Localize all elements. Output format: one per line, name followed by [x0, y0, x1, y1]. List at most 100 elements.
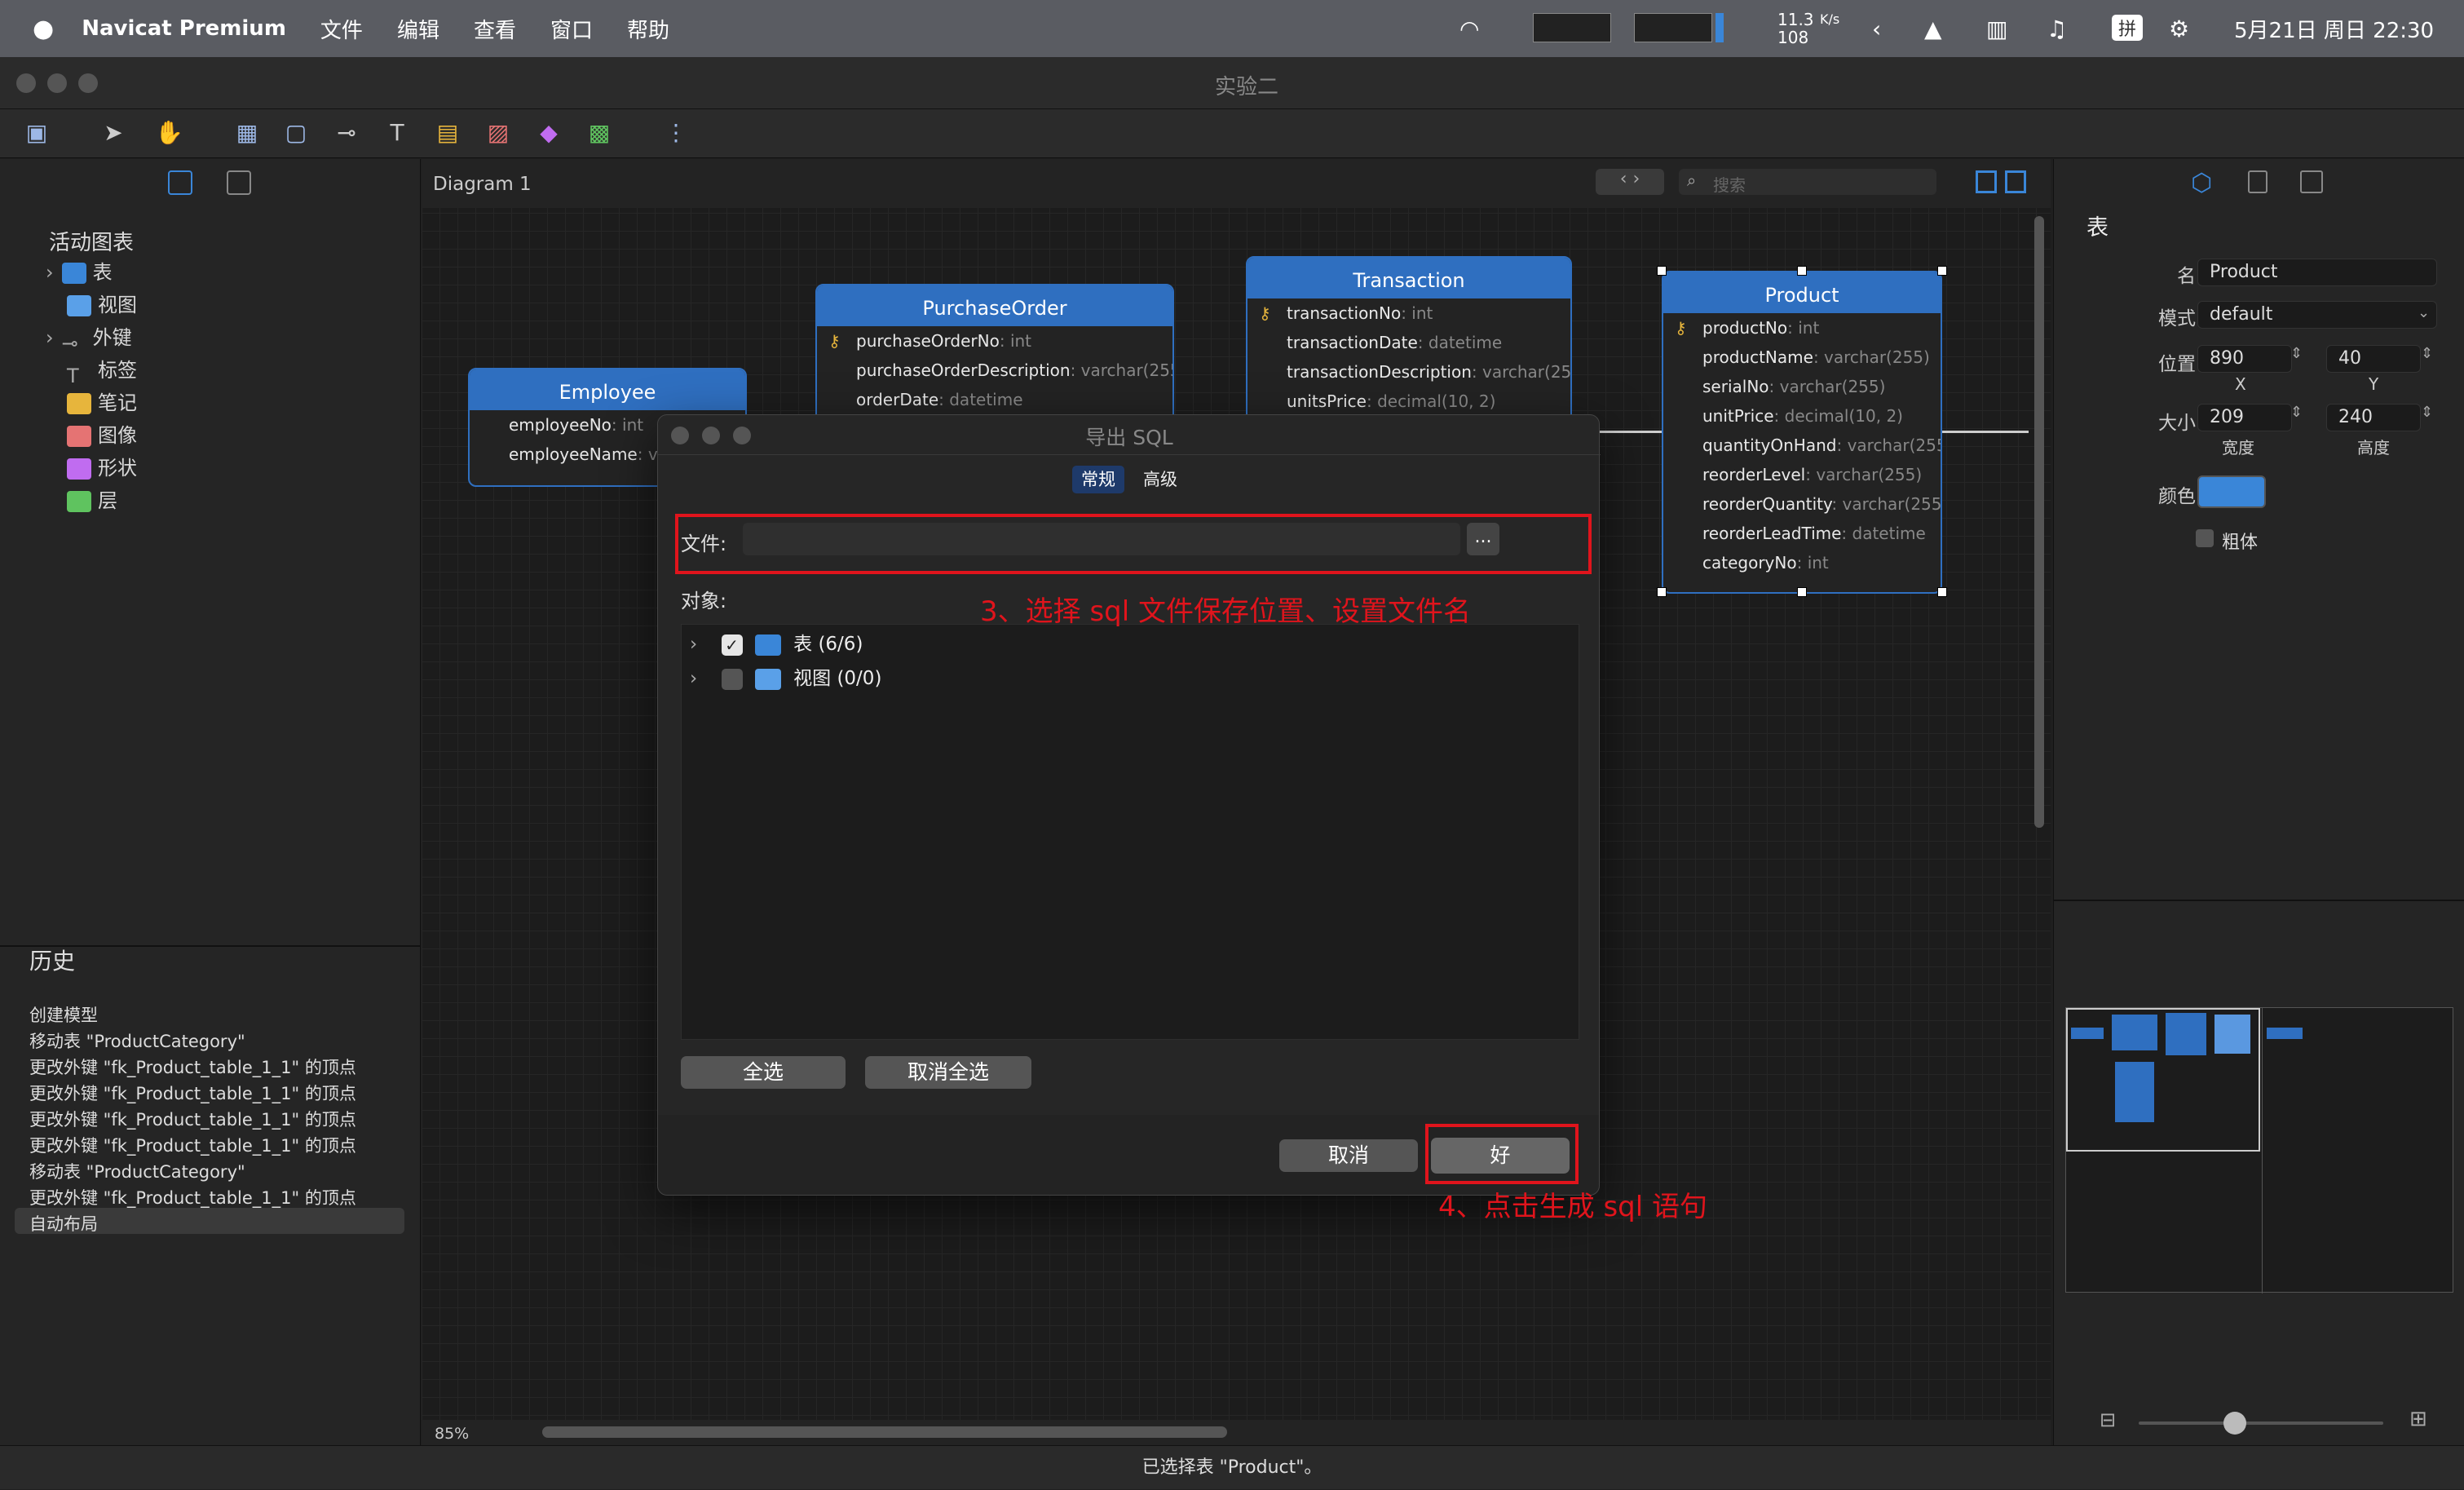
tree-item-layers[interactable]: 层: [67, 485, 117, 516]
height-input[interactable]: 240: [2326, 404, 2421, 431]
nav-buttons[interactable]: ‹ ›: [1596, 169, 1664, 195]
image-tool-icon[interactable]: ▨: [484, 119, 512, 147]
horizontal-scrollbar[interactable]: [542, 1426, 1227, 1438]
history-item[interactable]: 更改外键 "fk_Product_table_1_1" 的顶点: [29, 1185, 356, 1209]
tree-item-images[interactable]: 图像: [67, 420, 137, 451]
relationship-line[interactable]: [1600, 431, 1662, 433]
minimap[interactable]: [2065, 1007, 2453, 1293]
airpods-icon[interactable]: ♫: [2047, 15, 2067, 42]
x-stepper[interactable]: ⇕: [2290, 345, 2303, 362]
tab-general[interactable]: 常规: [1072, 466, 1124, 493]
ime-icon[interactable]: 拼: [2112, 15, 2144, 41]
layer-tool-icon[interactable]: ▩: [585, 119, 613, 147]
diagram-tab[interactable]: Diagram 1: [433, 174, 532, 195]
layout-icon[interactable]: ▥: [1986, 15, 2007, 42]
label-tool-icon[interactable]: T: [383, 119, 411, 147]
entity-transaction[interactable]: Transaction ⚷ transactionNo: int transact…: [1246, 256, 1572, 422]
chevron-left-icon[interactable]: ‹: [1872, 15, 1881, 42]
objects-tab-icon[interactable]: [168, 170, 192, 195]
wifi-icon[interactable]: ◠: [1459, 15, 1479, 42]
width-input[interactable]: 209: [2197, 404, 2292, 431]
pointer-icon[interactable]: ➤: [99, 119, 127, 147]
bold-checkbox[interactable]: [2196, 529, 2214, 547]
properties-tab-icon[interactable]: [227, 170, 251, 195]
object-row-tables[interactable]: › ✓ 表 (6/6): [690, 628, 863, 661]
cancel-button[interactable]: 取消: [1279, 1139, 1418, 1172]
vertical-scrollbar[interactable]: [2034, 216, 2044, 828]
select-all-button[interactable]: 全选: [681, 1056, 846, 1089]
history-item[interactable]: 自动布局: [29, 1211, 98, 1236]
image-icon[interactable]: [2300, 170, 2323, 193]
selection-handle[interactable]: [1937, 587, 1947, 597]
auto-layout-icon[interactable]: ⋮: [662, 119, 690, 147]
tree-item-views[interactable]: 视图: [67, 290, 137, 321]
tree-item-notes[interactable]: 笔记: [67, 387, 137, 418]
tree-item-shapes[interactable]: 形状: [67, 453, 137, 484]
selection-handle[interactable]: [1797, 587, 1807, 597]
cat-icon[interactable]: ▲: [1924, 15, 1942, 42]
history-item[interactable]: 创建模型: [29, 1002, 98, 1027]
toggle-right-panel-icon[interactable]: [2005, 170, 2026, 193]
chevron-down-icon[interactable]: ⌄: [2418, 304, 2430, 321]
x-input[interactable]: 890: [2197, 345, 2292, 373]
close-icon[interactable]: [16, 73, 36, 93]
chevron-right-icon[interactable]: ›: [690, 634, 697, 655]
minimize-icon[interactable]: [47, 73, 67, 93]
menu-file[interactable]: 文件: [320, 14, 363, 44]
entity-purchaseorder[interactable]: PurchaseOrder ⚷ purchaseOrderNo: int purc…: [815, 284, 1174, 422]
history-item[interactable]: 移动表 "ProductCategory": [29, 1028, 245, 1053]
tree-item-labels[interactable]: T 标签: [67, 355, 137, 387]
hand-icon[interactable]: ✋: [155, 119, 183, 147]
view-tool-icon[interactable]: ▢: [282, 119, 310, 147]
zoom-out-icon[interactable]: ⊟: [2100, 1408, 2116, 1431]
menu-window[interactable]: 窗口: [550, 14, 593, 44]
history-item[interactable]: 更改外键 "fk_Product_table_1_1" 的顶点: [29, 1054, 356, 1079]
clock[interactable]: 5月21日 周日 22:30: [2234, 14, 2434, 44]
maximize-icon[interactable]: [78, 73, 98, 93]
height-stepper[interactable]: ⇕: [2421, 404, 2433, 421]
note-tool-icon[interactable]: ▤: [434, 119, 461, 147]
tree-item-fk[interactable]: › ⊸ 外键: [46, 322, 132, 355]
relationship-line[interactable]: [1942, 431, 2029, 433]
history-item[interactable]: 更改外键 "fk_Product_table_1_1" 的顶点: [29, 1081, 356, 1105]
toggle-left-panel-icon[interactable]: [1976, 170, 1997, 193]
zoom-slider-thumb[interactable]: [2223, 1412, 2246, 1435]
checkbox-unchecked-icon[interactable]: [721, 668, 743, 690]
checkbox-checked-icon[interactable]: ✓: [721, 634, 743, 656]
menu-view[interactable]: 查看: [474, 14, 516, 44]
apple-icon[interactable]: ●: [33, 15, 54, 43]
fk-tool-icon[interactable]: ⊸: [333, 119, 360, 147]
zoom-slider-track[interactable]: [2139, 1421, 2383, 1425]
history-item[interactable]: 更改外键 "fk_Product_table_1_1" 的顶点: [29, 1107, 356, 1131]
entity-product[interactable]: Product ⚷ productNo: int productName: var…: [1662, 271, 1942, 594]
selection-handle[interactable]: [1937, 266, 1947, 276]
shape-tool-icon[interactable]: ◆: [535, 119, 563, 147]
selection-handle[interactable]: [1797, 266, 1807, 276]
history-item[interactable]: 移动表 "ProductCategory": [29, 1159, 245, 1183]
tree-item-tables[interactable]: › 表: [46, 257, 113, 288]
doc-icon[interactable]: [2248, 170, 2267, 193]
history-item[interactable]: 更改外键 "fk_Product_table_1_1" 的顶点: [29, 1133, 356, 1157]
menu-help[interactable]: 帮助: [627, 14, 669, 44]
object-row-views[interactable]: › 视图 (0/0): [690, 662, 881, 695]
y-input[interactable]: 40: [2326, 345, 2421, 373]
name-input[interactable]: Product: [2197, 259, 2437, 286]
selection-handle[interactable]: [1657, 266, 1667, 276]
deselect-all-button[interactable]: 取消全选: [865, 1056, 1031, 1089]
mode-select[interactable]: default: [2197, 301, 2437, 329]
zoom-level[interactable]: 85%: [435, 1425, 469, 1443]
tab-advanced[interactable]: 高级: [1134, 466, 1186, 493]
cube-icon[interactable]: ⬡: [2191, 169, 2212, 197]
zoom-in-icon[interactable]: ⊞: [2409, 1407, 2427, 1431]
chevron-right-icon[interactable]: ›: [46, 261, 54, 284]
selection-handle[interactable]: [1657, 587, 1667, 597]
search-input[interactable]: ⌕ 搜索: [1679, 169, 1936, 195]
objects-tree[interactable]: › ✓ 表 (6/6) › 视图 (0/0): [681, 624, 1579, 1040]
chevron-right-icon[interactable]: ›: [690, 668, 697, 689]
color-swatch[interactable]: [2197, 475, 2266, 508]
menu-edit[interactable]: 编辑: [397, 14, 439, 44]
y-stepper[interactable]: ⇕: [2421, 345, 2433, 362]
width-stepper[interactable]: ⇕: [2290, 404, 2303, 421]
app-menu[interactable]: Navicat Premium: [82, 16, 286, 41]
chevron-right-icon[interactable]: ›: [46, 326, 54, 349]
